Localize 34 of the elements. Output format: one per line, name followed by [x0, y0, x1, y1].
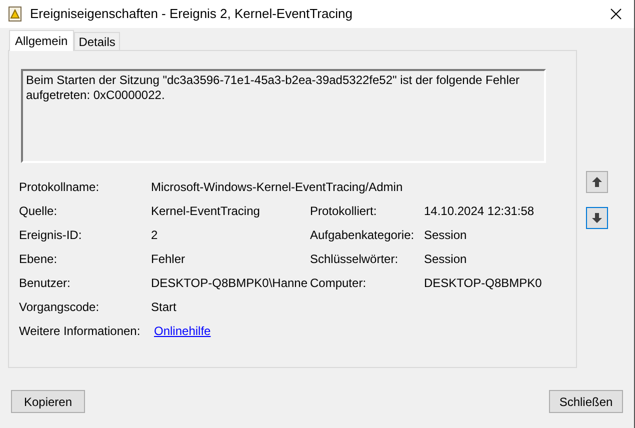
previous-event-button[interactable] [586, 171, 608, 193]
dialog-button[interactable]: Schließen [549, 390, 623, 413]
field-value: Start [151, 299, 178, 316]
field-value: DESKTOP-Q8BMPK0 [424, 275, 543, 292]
field-label: Ereignis-ID: [19, 227, 83, 244]
message-box: Beim Starten der Sitzung "dc3a3596-71e1-45a3-b2ea-39ad5322fe52" ist der folgende Fehler aufgetreten: 0xC0000022. [21, 69, 546, 163]
field-value: Session [424, 251, 468, 268]
field-value: 14.10.2024 12:31:58 [424, 203, 536, 220]
field-label: Ebene: [19, 251, 58, 268]
field-label: Computer: [310, 275, 368, 292]
field-label: Benutzer: [19, 275, 72, 292]
window-title: Ereigniseigenschaften - Ereignis 2, Kernel-EventTracing [30, 5, 353, 24]
close-icon[interactable] [610, 8, 622, 20]
next-event-button[interactable] [586, 207, 608, 229]
field-label: Protokollname: [19, 179, 100, 196]
dialog-button[interactable]: Kopieren [11, 390, 85, 413]
field-value: Microsoft-Windows-Kernel-EventTracing/Admin [151, 179, 404, 196]
field-label: Protokolliert: [310, 203, 378, 220]
field-label: Schlüsselwörter: [310, 251, 400, 268]
field-value: DESKTOP-Q8BMPK0\Hanne [151, 275, 309, 292]
field-value: Session [424, 227, 468, 244]
field-label: Quelle: [19, 203, 58, 220]
field-value: 2 [151, 227, 159, 244]
up-arrow-icon [590, 176, 602, 188]
tab[interactable]: Details [74, 32, 120, 50]
event-log-icon [8, 6, 22, 22]
field-label: Vorgangscode: [19, 299, 100, 316]
tab[interactable]: Allgemein [9, 30, 74, 51]
field-value: Kernel-EventTracing [151, 203, 261, 220]
field-label: Aufgabenkategorie: [310, 227, 416, 244]
down-arrow-icon [590, 212, 602, 224]
field-label: Weitere Informationen: [19, 323, 142, 340]
field-value: Fehler [151, 251, 186, 268]
help-link[interactable]: Onlinehilfe [154, 324, 211, 338]
